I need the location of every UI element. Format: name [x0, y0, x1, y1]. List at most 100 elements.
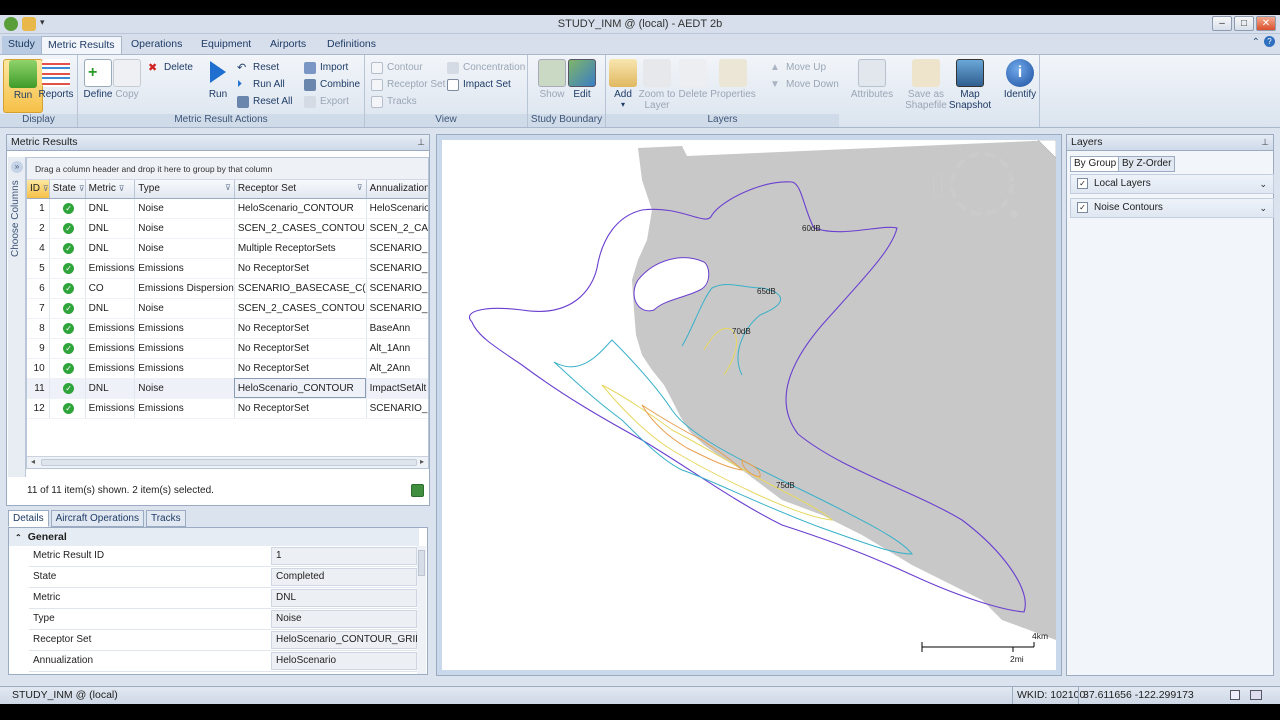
- import-button[interactable]: Import: [304, 60, 348, 76]
- contour-label-75db: 75dB: [776, 481, 795, 490]
- layer-group-noise-contours[interactable]: ✓ Noise Contours ⌄: [1070, 198, 1274, 218]
- table-row[interactable]: 9 ✓ Emissions Emissions No ReceptorSet Alt_1A…: [27, 338, 428, 359]
- scroll-left-icon[interactable]: ◂: [31, 457, 35, 466]
- contour-checkbox[interactable]: Contour: [371, 60, 423, 76]
- copy-button[interactable]: Copy: [107, 59, 147, 100]
- general-section-header[interactable]: ⌃ General: [9, 528, 419, 546]
- filter-icon[interactable]: ⊽: [225, 183, 231, 192]
- chevron-down-icon[interactable]: ⌄: [1259, 199, 1267, 217]
- prop-value[interactable]: DNL: [271, 589, 417, 607]
- table-row[interactable]: 11 ✓ DNL Noise HeloScenario_CONTOUR ImpactSet…: [27, 378, 428, 399]
- cell-id: 4: [27, 238, 50, 259]
- vertical-scroll-thumb[interactable]: [418, 550, 425, 576]
- zoom-plus-icon[interactable]: [1010, 210, 1018, 218]
- receptor-set-checkbox[interactable]: Receptor Set: [371, 77, 445, 93]
- prop-value[interactable]: Completed: [271, 568, 417, 586]
- export-excel-icon[interactable]: [411, 484, 424, 497]
- tab-aircraft-operations[interactable]: Aircraft Operations: [50, 510, 144, 527]
- export-button[interactable]: Export: [304, 94, 349, 110]
- tab-airports[interactable]: Airports: [264, 36, 312, 54]
- impact-set-button[interactable]: Impact Set: [447, 77, 511, 93]
- combine-button[interactable]: Combine: [304, 77, 360, 93]
- chevron-down-icon[interactable]: ⌄: [1259, 175, 1267, 193]
- table-row[interactable]: 7 ✓ DNLNoiseSCEN_2_CASES_CONTOUSCENARIO_BA…: [27, 298, 428, 319]
- concentration-button[interactable]: Concentration: [447, 60, 525, 76]
- table-row[interactable]: 10 ✓ Emissions Emissions No ReceptorSet Alt_2…: [27, 358, 428, 379]
- help-icon[interactable]: ?: [1264, 36, 1275, 47]
- table-row[interactable]: 4 ✓ DNL Noise Multiple ReceptorSets SCENARIO_…: [27, 238, 428, 259]
- filter-icon[interactable]: ⊽: [79, 184, 84, 193]
- edit-boundary-icon: [568, 59, 596, 87]
- reports-button[interactable]: Reports: [36, 59, 76, 100]
- window-icon[interactable]: [1250, 690, 1262, 700]
- tab-details[interactable]: Details: [8, 510, 49, 527]
- table-row[interactable]: 1 ✓ DNL Noise HeloScenario_CONTOUR HeloScenar…: [27, 198, 428, 219]
- filter-icon[interactable]: ⊽: [357, 183, 363, 192]
- table-row[interactable]: 12 ✓ Emissions Emissions No ReceptorSet SCENA…: [27, 398, 428, 419]
- tab-study[interactable]: Study: [2, 36, 41, 54]
- col-id[interactable]: ID ⊽: [27, 180, 50, 199]
- layer-checkbox[interactable]: ✓: [1077, 177, 1088, 189]
- tab-equipment[interactable]: Equipment: [195, 36, 257, 54]
- col-annualization[interactable]: Annualization: [366, 180, 428, 199]
- tab-definitions[interactable]: Definitions: [321, 36, 382, 54]
- delete-result-button[interactable]: ✖ Delete: [148, 60, 193, 76]
- delete-layer-button[interactable]: Delete: [673, 59, 713, 100]
- map-snapshot-button[interactable]: Map Snapshot: [945, 59, 995, 111]
- col-receptor-set[interactable]: Receptor Set ⊽: [234, 180, 367, 199]
- tracks-checkbox[interactable]: Tracks: [371, 94, 417, 110]
- prop-value[interactable]: HeloScenario: [271, 652, 417, 670]
- table-row[interactable]: 2 ✓ DNLNoiseSCEN_2_CASES_CONTOUSCEN_2_CASE…: [27, 218, 428, 239]
- choose-columns-strip[interactable]: » Choose Columns: [8, 157, 26, 477]
- run-all-icon: ⏵: [237, 79, 242, 90]
- map-canvas[interactable]: 60dB 65dB 70dB 75dB 4km 2mi: [442, 140, 1056, 670]
- horizontal-scrollbar[interactable]: ◂ ▸: [27, 456, 428, 468]
- col-metric[interactable]: Metric ⊽: [85, 180, 136, 199]
- prop-value[interactable]: 1: [271, 547, 417, 565]
- tab-by-z-order[interactable]: By Z-Order: [1118, 156, 1176, 172]
- filter-icon[interactable]: ⊽: [119, 184, 125, 193]
- minimize-button[interactable]: –: [1212, 16, 1232, 31]
- filter-icon[interactable]: ⊽: [43, 184, 48, 193]
- layout-icon[interactable]: [1230, 690, 1240, 700]
- col-type[interactable]: Type ⊽: [134, 180, 235, 199]
- save-shapefile-button[interactable]: Save as Shapefile: [902, 59, 950, 111]
- move-down-button[interactable]: ▼ Move Down: [770, 77, 839, 93]
- layer-properties-button[interactable]: Properties: [709, 59, 757, 100]
- display-run-label: Run: [13, 90, 33, 101]
- expand-columns-icon[interactable]: »: [11, 161, 23, 173]
- layer-checkbox[interactable]: ✓: [1077, 201, 1088, 213]
- table-row[interactable]: 8 ✓ Emissions Emissions No ReceptorSet BaseAn…: [27, 318, 428, 339]
- reset-all-button[interactable]: Reset All: [237, 94, 292, 110]
- table-row[interactable]: 6 ✓ CO Emissions Dispersion SCENARIO_BASECAS…: [27, 278, 428, 299]
- tab-metric-results[interactable]: Metric Results: [41, 36, 122, 54]
- tab-tracks[interactable]: Tracks: [145, 510, 186, 527]
- maximize-button[interactable]: □: [1234, 16, 1254, 31]
- zoom-to-layer-button[interactable]: Zoom to Layer: [637, 59, 677, 111]
- reset-button[interactable]: ↶ Reset: [237, 60, 279, 76]
- identify-button[interactable]: i Identify: [1000, 59, 1040, 100]
- group-boundary-label: Study Boundary: [528, 114, 605, 127]
- close-button[interactable]: ✕: [1256, 16, 1276, 31]
- pin-icon[interactable]: ⊥: [417, 135, 425, 150]
- table-row[interactable]: 5 ✓ Emissions Emissions No ReceptorSet SCENAR…: [27, 258, 428, 279]
- noise-contour-map[interactable]: 60dB 65dB 70dB 75dB 4km 2mi: [442, 140, 1056, 670]
- prop-value[interactable]: HeloScenario_CONTOUR_GRID: [271, 631, 423, 649]
- prop-value[interactable]: Noise: [271, 610, 417, 628]
- tab-operations[interactable]: Operations: [125, 36, 188, 54]
- vertical-scrollbar[interactable]: [417, 546, 426, 674]
- run-all-button[interactable]: ⏵ Run All: [237, 77, 285, 93]
- layer-group-local[interactable]: ✓ Local Layers ⌄: [1070, 174, 1274, 194]
- move-up-button[interactable]: ▲ Move Up: [770, 60, 826, 76]
- edit-boundary-button[interactable]: Edit: [562, 59, 602, 100]
- collapse-ribbon-icon[interactable]: ⌃: [1252, 37, 1260, 48]
- attributes-button[interactable]: Attributes: [849, 59, 895, 100]
- scroll-right-icon[interactable]: ▸: [420, 457, 424, 466]
- tab-by-group[interactable]: By Group: [1070, 156, 1121, 172]
- cell-id: 11: [27, 378, 50, 399]
- collapse-section-icon[interactable]: ⌃: [15, 533, 22, 542]
- col-state[interactable]: State ⊽: [49, 180, 86, 199]
- scroll-thumb[interactable]: [41, 459, 417, 466]
- run-button[interactable]: Run: [198, 59, 238, 100]
- pin-icon[interactable]: ⊥: [1261, 135, 1269, 150]
